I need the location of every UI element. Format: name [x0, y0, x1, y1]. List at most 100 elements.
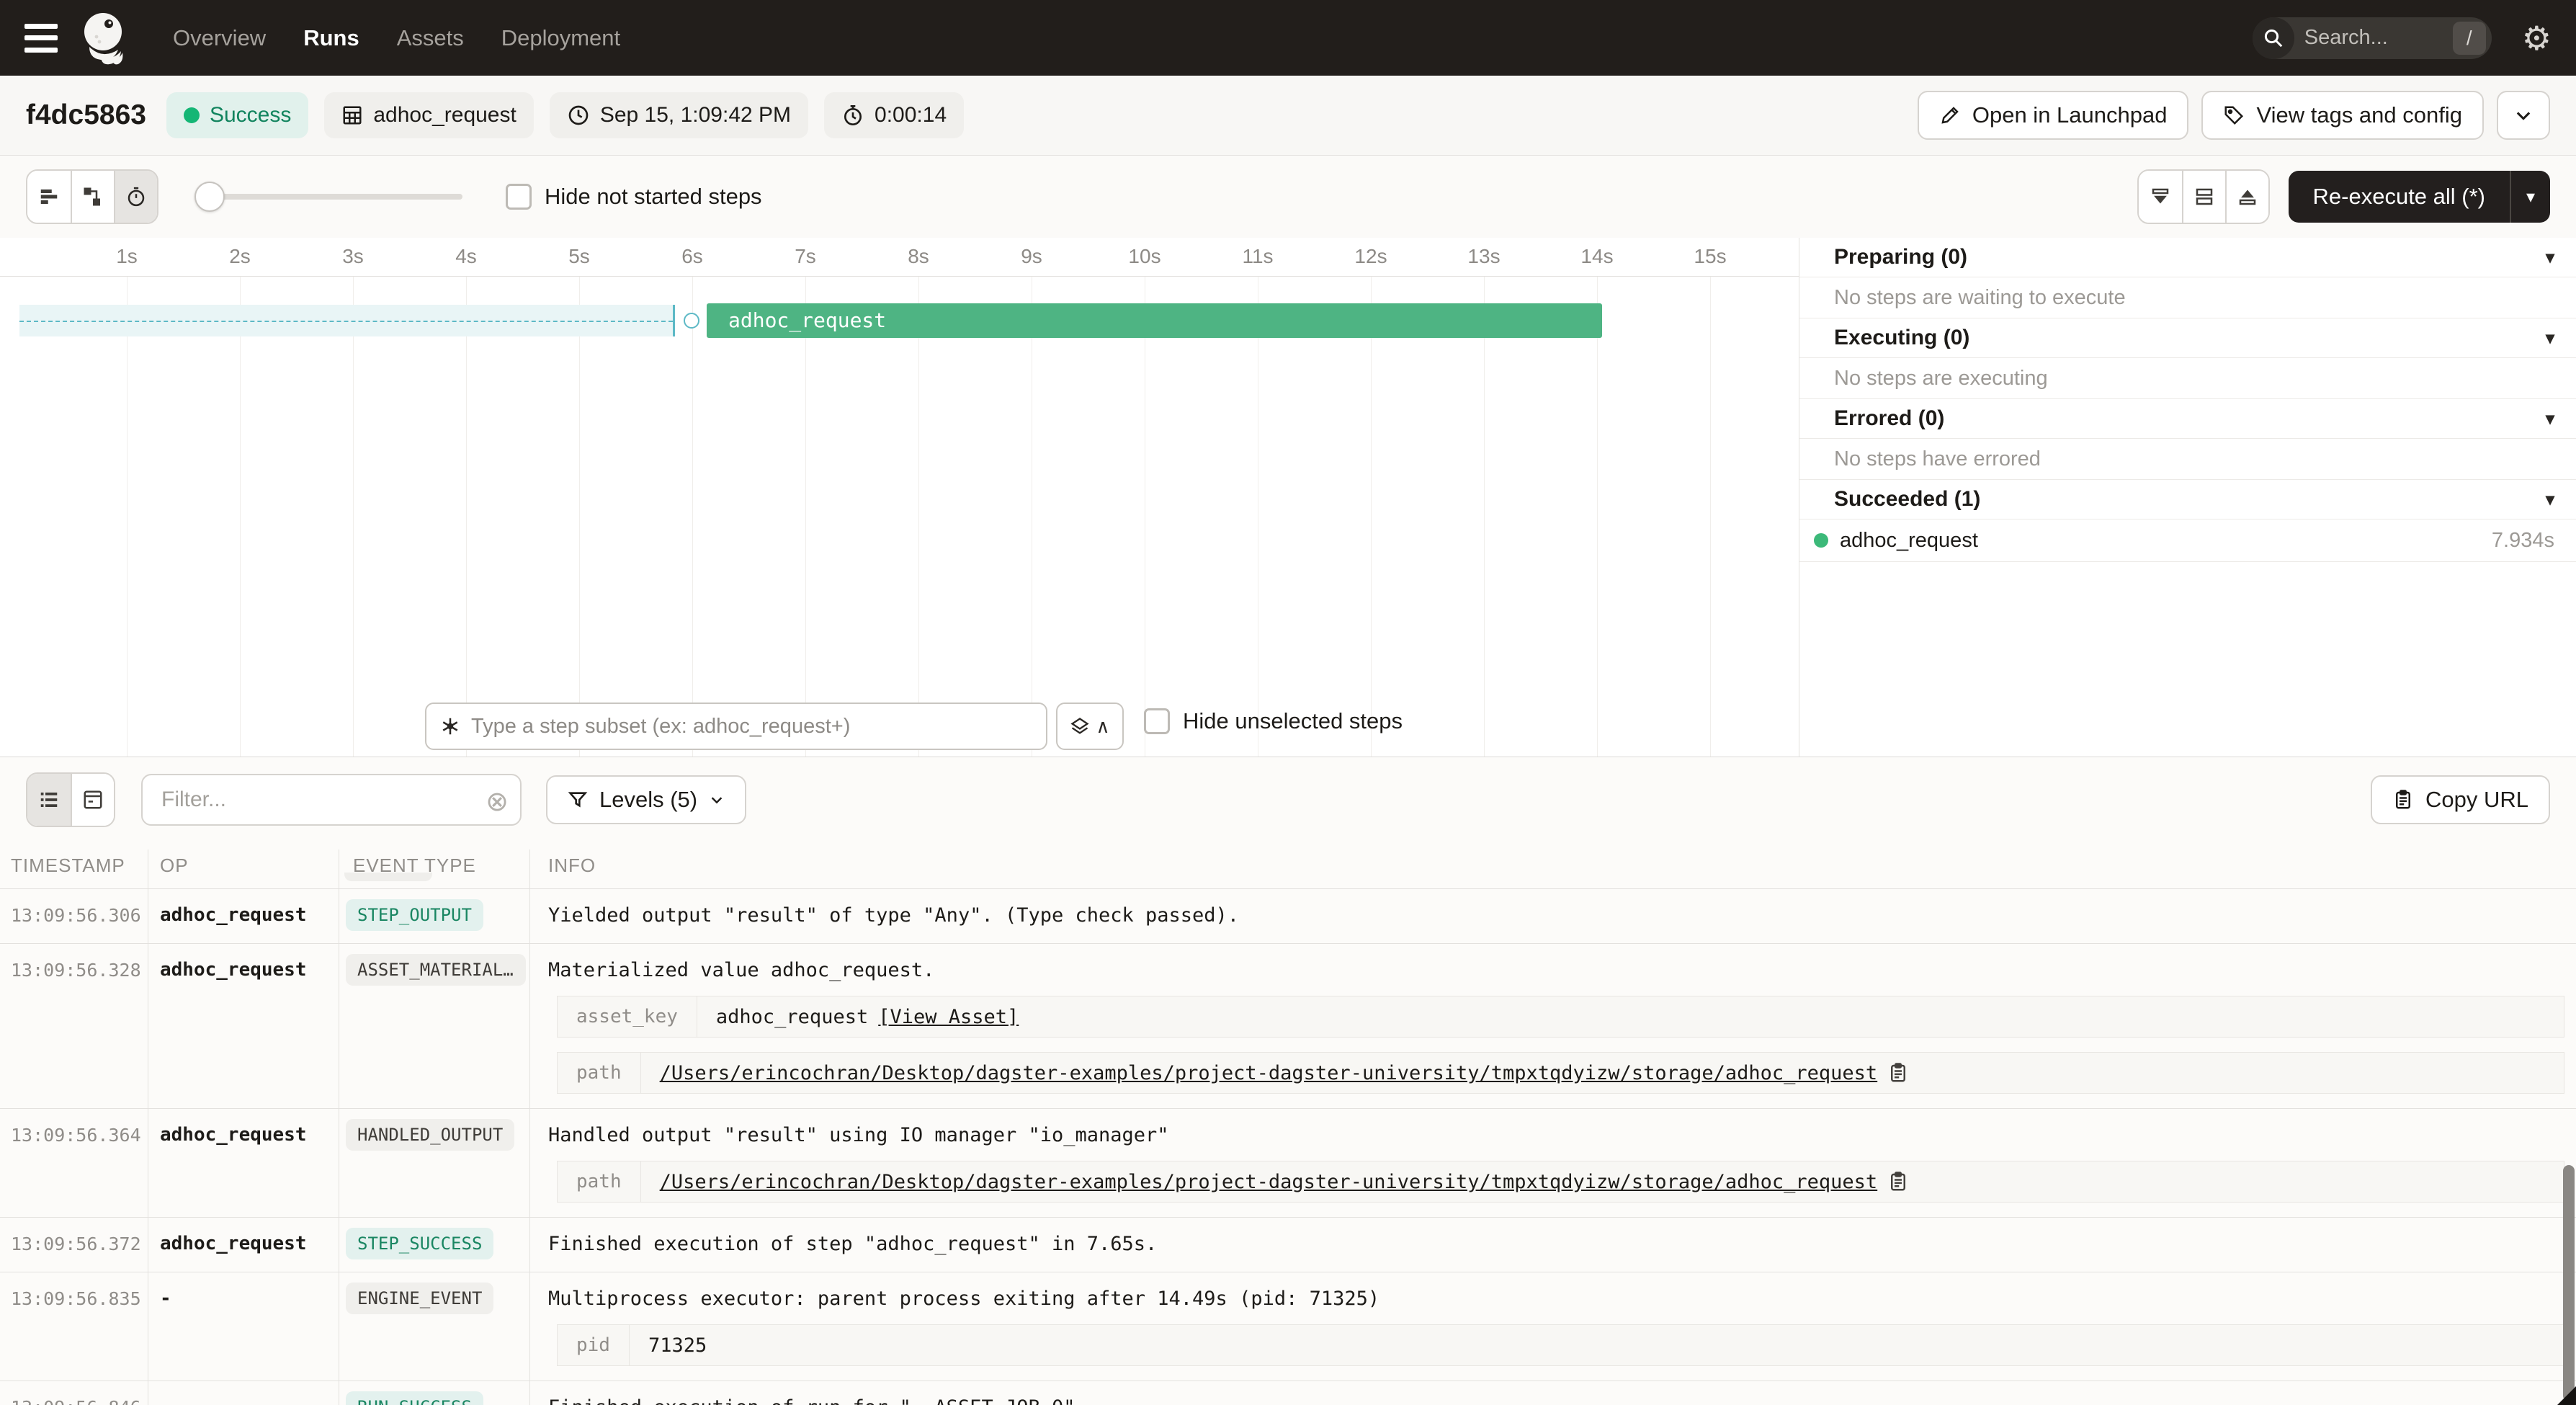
panel-layout-switcher [2137, 169, 2270, 224]
collapse-panel-down-button[interactable] [2139, 171, 2182, 223]
levels-dropdown[interactable]: Levels (5) [546, 775, 746, 824]
log-row[interactable]: 13:09:56.328adhoc_requestASSET_MATERIALI… [0, 943, 2576, 1108]
log-filter-input[interactable] [141, 774, 522, 826]
gantt-zoom-slider-thumb[interactable] [194, 182, 225, 212]
search-input[interactable] [2294, 26, 2453, 50]
hide-not-started-checkbox[interactable]: Hide not started steps [506, 184, 762, 210]
scrolled-row-remnant [344, 873, 432, 881]
axis-gridline [918, 277, 919, 757]
nav-item-runs[interactable]: Runs [303, 25, 359, 51]
duration-tag: 0:00:14 [824, 92, 964, 138]
metadata-text: 71325 [648, 1334, 707, 1357]
event-type-badge: STEP_SUCCESS [346, 1228, 493, 1259]
gantt-view-switcher [26, 169, 158, 224]
job-name: adhoc_request [373, 103, 516, 128]
menu-icon[interactable] [24, 24, 58, 53]
checkbox-icon[interactable] [506, 184, 532, 210]
succeeded-step-row[interactable]: adhoc_request7.934s [1799, 519, 2576, 562]
chevron-down-icon [709, 792, 725, 808]
axis-tick-label: 9s [1003, 245, 1060, 268]
caret-down-icon[interactable]: ▾ [2546, 328, 2554, 349]
clipboard-icon [2392, 789, 2414, 811]
axis-tick-label: 11s [1229, 245, 1287, 268]
metadata-path-link[interactable]: /Users/erincochran/Desktop/dagster-examp… [660, 1062, 1878, 1084]
status-section-header[interactable]: Preparing (0)▾ [1799, 238, 2576, 277]
layers-icon [1070, 716, 1090, 736]
log-row[interactable]: 13:09:56.835-ENGINE_EVENTMultiprocess ex… [0, 1272, 2576, 1381]
step-dependency-marker-icon [684, 313, 699, 329]
gantt-zoom-slider[interactable] [197, 194, 462, 200]
status-section-header[interactable]: Executing (0)▾ [1799, 318, 2576, 358]
axis-tick-label: 5s [550, 245, 608, 268]
log-message: Handled output "result" using IO manager… [548, 1124, 2576, 1146]
gantt-flat-view-button[interactable] [27, 171, 71, 223]
caret-down-icon[interactable]: ▾ [2546, 409, 2554, 429]
metadata-value: /Users/erincochran/Desktop/dagster-examp… [641, 1171, 1910, 1193]
split-panels-button[interactable] [2182, 171, 2225, 223]
event-type-badge: STEP_OUTPUT [346, 899, 483, 931]
vertical-scrollbar-thumb[interactable] [2563, 1165, 2575, 1401]
nav-item-deployment[interactable]: Deployment [501, 25, 620, 51]
re-execute-caret-button[interactable]: ▾ [2510, 171, 2550, 223]
log-list-view-button[interactable] [27, 774, 71, 826]
metadata-path-link[interactable]: /Users/erincochran/Desktop/dagster-examp… [660, 1171, 1878, 1193]
re-execute-button-group: Re-execute all (*) ▾ [2289, 171, 2550, 223]
view-tags-config-button[interactable]: View tags and config [2201, 91, 2484, 140]
resize-corner [2557, 1386, 2576, 1405]
clear-filter-icon[interactable]: ⊗ [486, 785, 509, 818]
hide-unselected-checkbox[interactable]: Hide unselected steps [1144, 708, 1403, 734]
axis-gridline [692, 277, 693, 757]
log-row[interactable]: 13:09:56.372adhoc_requestSTEP_SUCCESSFin… [0, 1217, 2576, 1272]
copy-path-icon[interactable] [1887, 1062, 1909, 1084]
metadata-value: 71325 [630, 1334, 707, 1357]
global-search[interactable]: / [2253, 17, 2492, 59]
log-row[interactable]: 13:09:56.306adhoc_requestSTEP_OUTPUTYiel… [0, 888, 2576, 943]
log-op: adhoc_request [148, 954, 339, 1100]
caret-down-icon[interactable]: ▾ [2546, 247, 2554, 268]
step-subset-input[interactable] [471, 715, 1033, 739]
nav-item-overview[interactable]: Overview [173, 25, 266, 51]
dagster-logo-icon[interactable] [79, 8, 133, 68]
status-section-header[interactable]: Succeeded (1)▾ [1799, 480, 2576, 519]
log-row[interactable]: 13:09:56.846-RUN_SUCCESSFinished executi… [0, 1381, 2576, 1405]
status-section-empty-text: No steps are waiting to execute [1799, 277, 2576, 318]
log-metadata-row: asset_keyadhoc_request[View Asset] [557, 996, 2564, 1038]
axis-tick-label: 7s [777, 245, 834, 268]
axis-gridline [127, 277, 128, 757]
copy-url-button[interactable]: Copy URL [2371, 775, 2550, 824]
checkbox-icon[interactable] [1144, 708, 1170, 734]
log-raw-view-button[interactable] [71, 774, 114, 826]
step-subset-filter[interactable] [425, 702, 1047, 750]
open-launchpad-button[interactable]: Open in Launchpad [1918, 91, 2189, 140]
log-op: adhoc_request [148, 899, 339, 935]
log-row[interactable]: 13:09:56.364adhoc_requestHANDLED_OUTPUTH… [0, 1108, 2576, 1217]
expand-panel-up-button[interactable] [2225, 171, 2268, 223]
gantt-waterfall-view-button[interactable] [71, 171, 114, 223]
axis-tick-label: 8s [890, 245, 947, 268]
op-selector-icon [439, 715, 461, 737]
re-execute-all-button[interactable]: Re-execute all (*) [2289, 171, 2510, 223]
start-time: Sep 15, 1:09:42 PM [600, 103, 791, 128]
log-op: adhoc_request [148, 1119, 339, 1208]
graph-query-toggle-button[interactable]: ∧ [1056, 702, 1124, 750]
metadata-label: asset_key [558, 996, 697, 1037]
log-timestamp: 13:09:56.846 [0, 1391, 148, 1405]
run-header-more-button[interactable] [2497, 91, 2550, 140]
log-message: Finished execution of step "adhoc_reques… [548, 1233, 2576, 1255]
job-tag[interactable]: adhoc_request [324, 92, 534, 138]
gantt-timed-view-button[interactable] [114, 171, 157, 223]
gantt-step-bar[interactable]: adhoc_request [707, 303, 1602, 338]
axis-tick-label: 15s [1681, 245, 1739, 268]
log-op: - [148, 1283, 339, 1372]
log-timestamp: 13:09:56.328 [0, 954, 148, 1100]
status-section-header[interactable]: Errored (0)▾ [1799, 399, 2576, 439]
nav-item-assets[interactable]: Assets [397, 25, 464, 51]
view-asset-link[interactable]: [View Asset] [878, 1006, 1019, 1028]
caret-down-icon[interactable]: ▾ [2546, 489, 2554, 510]
settings-gear-icon[interactable]: ⚙ [2522, 22, 2552, 55]
log-info: Yielded output "result" of type "Any". (… [539, 899, 2576, 935]
copy-path-icon[interactable] [1887, 1171, 1909, 1192]
status-section-empty-text: No steps are executing [1799, 358, 2576, 399]
log-event-type: STEP_SUCCESS [339, 1228, 539, 1263]
chevron-up-icon: ∧ [1096, 715, 1109, 738]
